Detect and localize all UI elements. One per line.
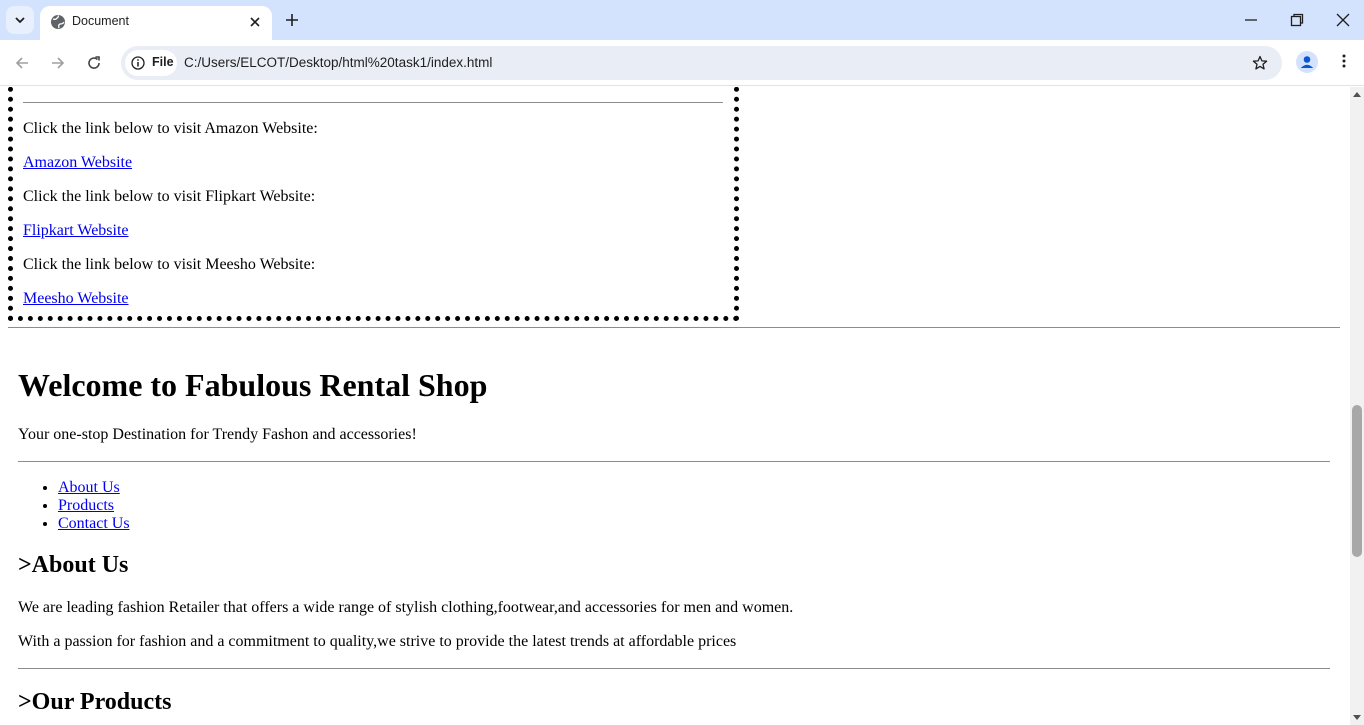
flipkart-link[interactable]: Flipkart Website bbox=[23, 222, 129, 240]
globe-icon bbox=[51, 15, 65, 29]
tab-document[interactable]: Document bbox=[40, 6, 272, 40]
vertical-scrollbar[interactable] bbox=[1350, 87, 1364, 725]
site-nav: About Us Products Contact Us bbox=[18, 479, 130, 533]
scroll-up-arrow-icon[interactable] bbox=[1353, 91, 1361, 97]
kebab-menu-icon[interactable] bbox=[1336, 53, 1352, 69]
site-chip-label: File bbox=[152, 55, 174, 69]
profile-avatar-icon[interactable] bbox=[1296, 51, 1318, 73]
about-paragraph-1: We are leading fashion Retailer that off… bbox=[18, 599, 794, 616]
nav-item-about: About Us bbox=[58, 479, 130, 497]
minimize-icon[interactable] bbox=[1243, 12, 1259, 28]
tab-strip: Document bbox=[0, 0, 1364, 40]
reload-icon[interactable] bbox=[86, 55, 102, 71]
about-heading: >About Us bbox=[18, 552, 129, 578]
nav-link-contact-us[interactable]: Contact Us bbox=[58, 515, 130, 532]
amazon-intro-text: Click the link below to visit Amazon Web… bbox=[23, 120, 318, 137]
url-text[interactable]: C:/Users/ELCOT/Desktop/html%20task1/inde… bbox=[184, 55, 492, 70]
meesho-link[interactable]: Meesho Website bbox=[23, 290, 129, 308]
meesho-intro-text: Click the link below to visit Meesho Web… bbox=[23, 256, 316, 273]
flipkart-intro-text: Click the link below to visit Flipkart W… bbox=[23, 188, 316, 205]
close-icon[interactable] bbox=[248, 15, 262, 29]
about-paragraph-2: With a passion for fashion and a commitm… bbox=[18, 633, 737, 650]
back-arrow-icon[interactable] bbox=[14, 55, 30, 71]
bookmark-star-icon[interactable] bbox=[1252, 55, 1268, 71]
nav-item-contact: Contact Us bbox=[58, 515, 130, 533]
tagline: Your one-stop Destination for Trendy Fas… bbox=[18, 426, 417, 443]
products-heading: >Our Products bbox=[18, 689, 172, 715]
site-info-chip[interactable]: File bbox=[125, 50, 177, 76]
info-icon bbox=[131, 56, 145, 70]
amazon-link[interactable]: Amazon Website bbox=[23, 154, 132, 172]
divider bbox=[18, 668, 1330, 669]
page-title: Welcome to Fabulous Rental Shop bbox=[18, 367, 488, 403]
divider bbox=[23, 102, 723, 103]
page-viewport: Click the link below to visit Amazon Web… bbox=[0, 87, 1350, 725]
scrollbar-thumb[interactable] bbox=[1352, 405, 1362, 557]
scroll-down-arrow-icon[interactable] bbox=[1353, 715, 1361, 721]
browser-toolbar: File C:/Users/ELCOT/Desktop/html%20task1… bbox=[0, 40, 1364, 86]
address-bar[interactable]: File C:/Users/ELCOT/Desktop/html%20task1… bbox=[121, 46, 1282, 80]
new-tab-icon[interactable] bbox=[284, 12, 300, 28]
forward-arrow-icon[interactable] bbox=[50, 55, 66, 71]
chevron-down-icon bbox=[15, 17, 25, 24]
nav-item-products: Products bbox=[58, 497, 130, 515]
tab-search-button[interactable] bbox=[6, 6, 34, 34]
restore-icon[interactable] bbox=[1289, 12, 1305, 28]
section-divider bbox=[8, 327, 1340, 328]
nav-link-products[interactable]: Products bbox=[58, 497, 114, 514]
tab-title: Document bbox=[72, 14, 129, 28]
divider bbox=[18, 461, 1330, 462]
links-box: Click the link below to visit Amazon Web… bbox=[8, 87, 739, 321]
close-window-icon[interactable] bbox=[1335, 12, 1351, 28]
nav-link-about-us[interactable]: About Us bbox=[58, 479, 120, 496]
